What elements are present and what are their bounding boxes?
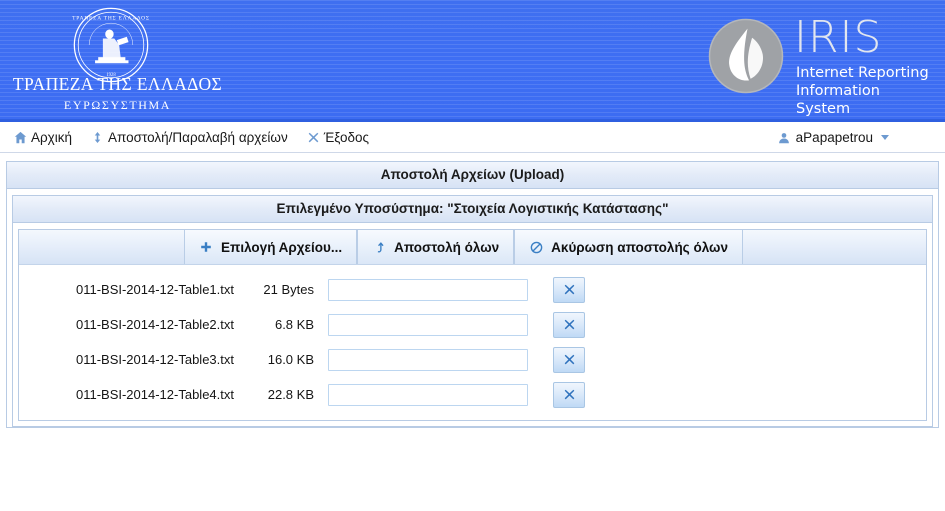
plus-icon	[199, 240, 213, 254]
bank-name: ΤΡΑΠΕΖΑ ΤΗΣ ΕΛΛΑΔΟΣ	[12, 74, 223, 94]
remove-file-button[interactable]	[553, 276, 585, 303]
file-size: 6.8 KB	[274, 317, 314, 332]
file-name: 011-BSI-2014-12-Table2.txt	[75, 317, 234, 332]
iris-droplet-icon	[708, 18, 784, 94]
bank-subtitle: ΕΥΡΩΣΥΣΤΗΜΑ	[63, 98, 172, 112]
upload-all-label: Αποστολή όλων	[394, 239, 500, 255]
bank-of-greece-logo: ΤΡΑΠΕΖΑ ΤΗΣ ΕΛΛΑΔΟΣ 1928 ΤΡΑΠΕΖΑ ΤΗΣ ΕΛΛ…	[10, 4, 225, 116]
cancel-circle-icon	[529, 240, 543, 254]
table-row: 011-BSI-2014-12-Table2.txt 6.8 KB	[19, 307, 926, 342]
x-icon	[564, 354, 574, 365]
subsystem-title: Επιλεγμένο Υποσύστημα: "Στοιχεία Λογιστι…	[13, 196, 932, 223]
chevron-down-icon	[881, 135, 889, 140]
x-icon	[564, 389, 574, 400]
upload-all-button[interactable]: Αποστολή όλων	[357, 230, 515, 264]
file-size: 21 Bytes	[263, 282, 314, 297]
nav-item-home[interactable]: Αρχική	[14, 130, 72, 145]
nav-item-home-label: Αρχική	[31, 130, 73, 145]
user-icon	[778, 131, 791, 144]
choose-file-button[interactable]: Επιλογή Αρχείου...	[184, 230, 358, 264]
upload-arrow-icon	[372, 240, 386, 254]
page-content: Αποστολή Αρχείων (Upload) Επιλεγμένο Υπο…	[0, 153, 945, 511]
subsystem-panel: Επιλεγμένο Υποσύστημα: "Στοιχεία Λογιστι…	[12, 195, 933, 427]
page-title: Αποστολή Αρχείων (Upload)	[7, 162, 938, 189]
cancel-all-button[interactable]: Ακύρωση αποστολής όλων	[514, 230, 743, 264]
remove-file-button[interactable]	[553, 311, 585, 338]
upload-progress-bar	[328, 313, 528, 336]
svg-text:ΤΡΑΠΕΖΑ ΤΗΣ ΕΛΛΑΔΟΣ: ΤΡΑΠΕΖΑ ΤΗΣ ΕΛΛΑΔΟΣ	[72, 15, 150, 21]
file-size: 22.8 KB	[267, 387, 314, 402]
upload-progress-bar	[328, 383, 528, 406]
nav-item-logout[interactable]: Έξοδος	[307, 130, 369, 145]
iris-tagline-1: Internet Reporting	[796, 65, 929, 81]
nav-links: Αρχική Αποστολή/Παραλαβή αρχείων Έξοδος	[14, 122, 369, 153]
upload-progress-bar	[328, 278, 528, 301]
iris-tagline-2: Information System	[796, 83, 880, 117]
nav-item-file-transfer[interactable]: Αποστολή/Παραλαβή αρχείων	[91, 130, 288, 145]
bank-seal-icon: ΤΡΑΠΕΖΑ ΤΗΣ ΕΛΛΑΔΟΣ 1928	[72, 7, 150, 83]
uploader-toolbar: Επιλογή Αρχείου... Αποστολή όλων Ακύρωση…	[19, 230, 926, 265]
choose-file-label: Επιλογή Αρχείου...	[221, 239, 343, 255]
file-list: 011-BSI-2014-12-Table1.txt 21 Bytes 011-…	[19, 265, 926, 420]
file-name: 011-BSI-2014-12-Table1.txt	[75, 282, 234, 297]
table-row: 011-BSI-2014-12-Table3.txt 16.0 KB	[19, 342, 926, 377]
table-row: 011-BSI-2014-12-Table4.txt 22.8 KB	[19, 377, 926, 412]
nav-item-file-transfer-label: Αποστολή/Παραλαβή αρχείων	[108, 130, 288, 145]
user-menu-label: aPapapetrou	[795, 130, 873, 145]
iris-title: IRIS	[794, 12, 883, 63]
site-header: ΤΡΑΠΕΖΑ ΤΗΣ ΕΛΛΑΔΟΣ 1928 ΤΡΑΠΕΖΑ ΤΗΣ ΕΛΛ…	[0, 0, 945, 122]
updown-arrow-icon	[91, 131, 104, 144]
nav-item-logout-label: Έξοδος	[323, 130, 370, 145]
upload-progress-bar	[328, 348, 528, 371]
x-icon	[564, 284, 574, 295]
main-navigation-bar: Αρχική Αποστολή/Παραλαβή αρχείων Έξοδος	[0, 122, 945, 153]
iris-logo: IRIS Internet Reporting Information Syst…	[708, 12, 933, 117]
file-name: 011-BSI-2014-12-Table3.txt	[75, 352, 234, 367]
uploader-panel: Επιλογή Αρχείου... Αποστολή όλων Ακύρωση…	[18, 229, 927, 421]
user-menu[interactable]: aPapapetrou	[778, 122, 889, 153]
file-name: 011-BSI-2014-12-Table4.txt	[75, 387, 234, 402]
home-icon	[14, 131, 27, 144]
file-size: 16.0 KB	[267, 352, 314, 367]
remove-file-button[interactable]	[553, 346, 585, 373]
x-icon	[564, 319, 574, 330]
upload-panel: Αποστολή Αρχείων (Upload) Επιλεγμένο Υπο…	[6, 161, 939, 428]
cancel-all-label: Ακύρωση αποστολής όλων	[551, 239, 728, 255]
remove-file-button[interactable]	[553, 381, 585, 408]
table-row: 011-BSI-2014-12-Table1.txt 21 Bytes	[19, 272, 926, 307]
close-x-icon	[307, 131, 320, 144]
